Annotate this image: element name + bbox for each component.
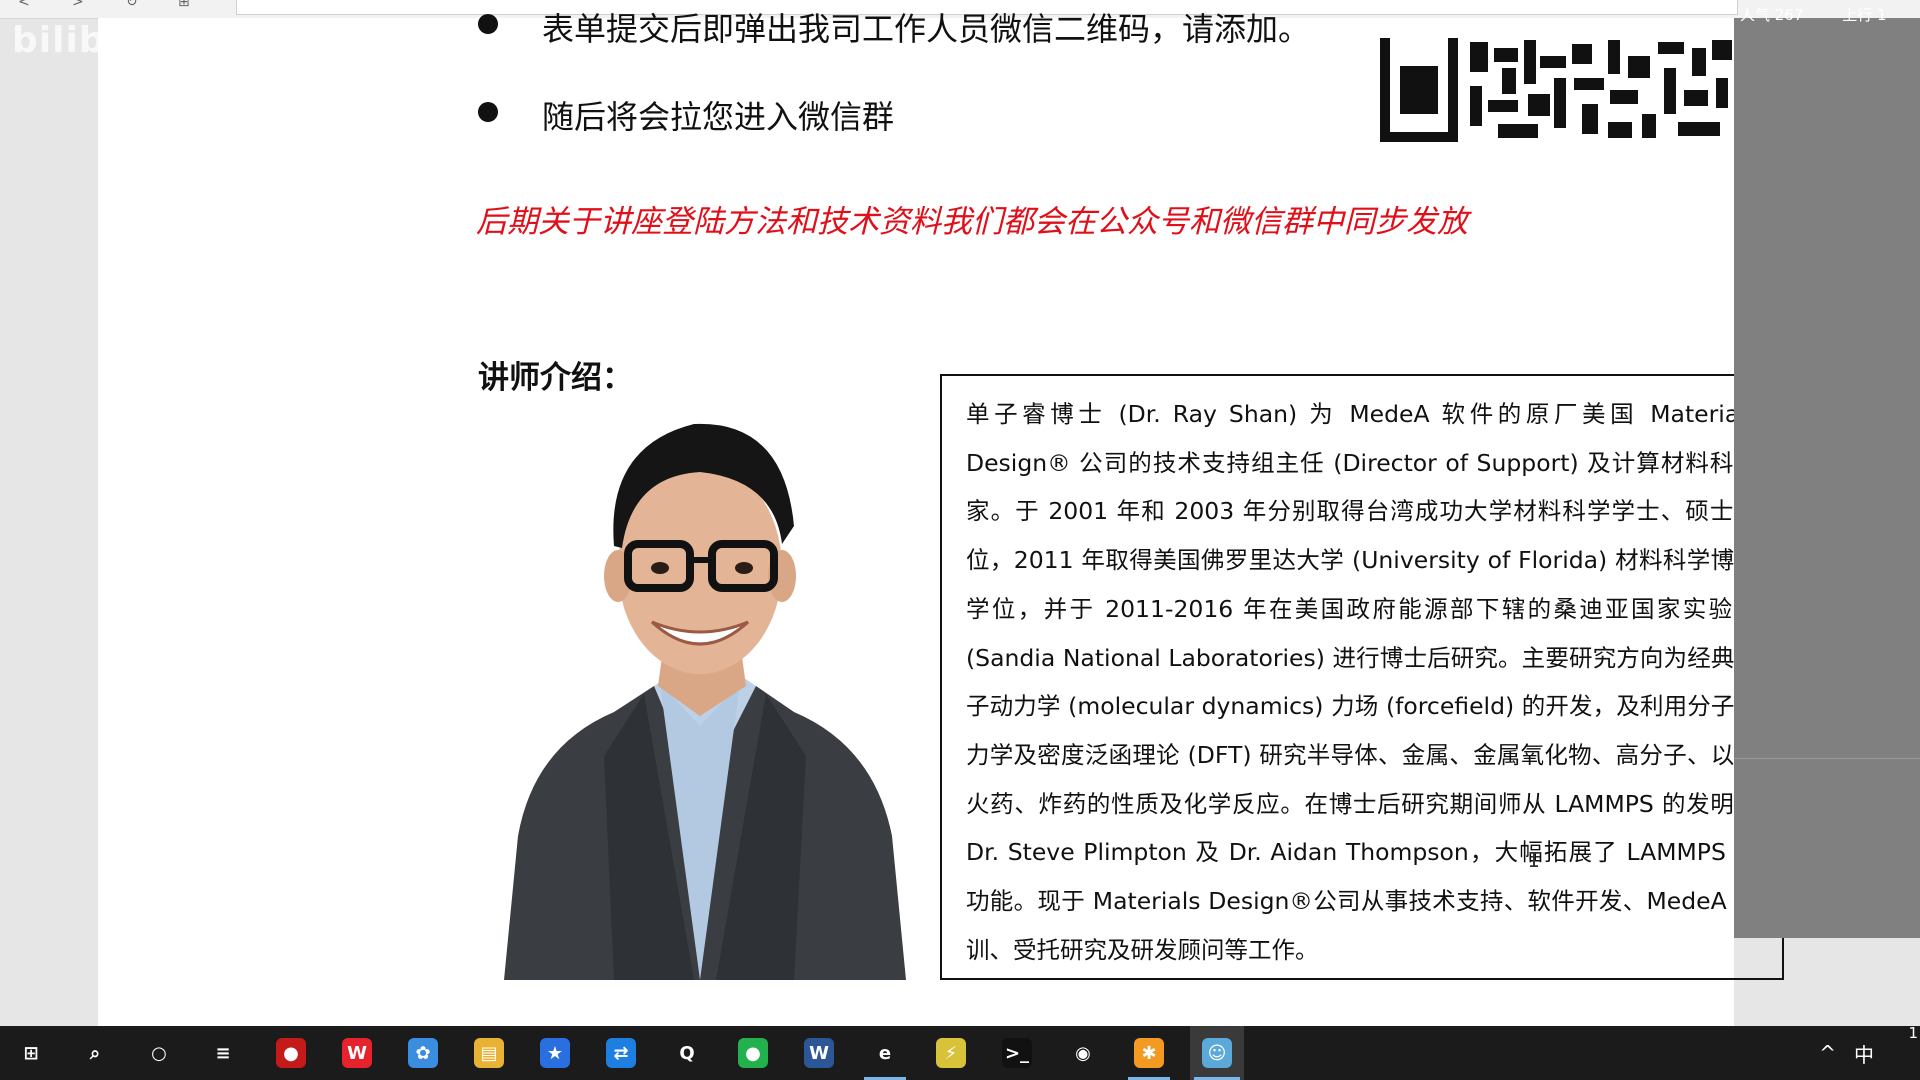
search-icon[interactable]: ⌕ [68,1026,122,1080]
wechat-icon-glyph: ● [738,1038,768,1068]
live-app-icon[interactable]: ☺ [1190,1026,1244,1080]
windows-taskbar: ⊞ ⌕ ○ ≡ ● W ✿ ▤ ★ ⇄ Q ● We ⚡ >_ ◉ ✱ ☺ ^ 中 1 [0,1024,1920,1080]
ime-indicator[interactable]: 中 [1854,1039,1874,1068]
lecturer-photo [494,416,906,980]
upload-indicator: 上行 1 [1842,6,1887,24]
start-icon-glyph: ⊞ [16,1038,46,1068]
snail-app-icon-glyph: ● [276,1038,306,1068]
wps-app-icon[interactable]: W [330,1026,384,1080]
qr-code [1378,38,1776,144]
word-icon-glyph: W [804,1038,834,1068]
tool-app-icon-glyph: ⚡ [936,1038,966,1068]
document-page: 表单提交后即弹出我司工作人员微信二维码，请添加。 随后将会拉您进入微信群 后期关… [98,10,1784,1026]
back-icon[interactable]: < [18,0,30,10]
tool-app-icon[interactable]: ⚡ [924,1026,978,1080]
search-app-icon-glyph: Q [672,1038,702,1068]
terminal-icon-glyph: >_ [1002,1038,1032,1068]
lecturer-bio-box: 单子睿博士 (Dr. Ray Shan) 为 MedeA 软件的原厂美国 Mat… [940,374,1784,980]
edge-icon-glyph: e [870,1038,900,1068]
apps-icon[interactable]: ⊞ [178,0,190,10]
text-cursor-icon: I [1528,848,1541,872]
popularity-count: 人气 267 [1740,6,1804,24]
photo-app-icon[interactable]: ✿ [396,1026,450,1080]
search-app-icon[interactable]: Q [660,1026,714,1080]
forward-icon[interactable]: > [72,0,84,10]
task-view-icon[interactable]: ≡ [196,1026,250,1080]
lecturer-bio-text: 单子睿博士 (Dr. Ray Shan) 为 MedeA 软件的原厂美国 Mat… [966,400,1758,964]
section-heading: 讲师介绍： [478,360,633,396]
cortana-icon-glyph: ○ [144,1038,174,1068]
file-explorer-icon[interactable]: ▤ [462,1026,516,1080]
refresh-icon[interactable]: ↻ [126,0,138,10]
photo-app-icon-glyph: ✿ [408,1038,438,1068]
notice-text: 后期关于讲座登陆方法和技术资料我们都会在公众号和微信群中同步发放 [476,204,1468,240]
star-app-icon-glyph: ★ [540,1038,570,1068]
file-explorer-icon-glyph: ▤ [474,1038,504,1068]
word-icon[interactable]: W [792,1026,846,1080]
chrome-icon-glyph: ◉ [1068,1038,1098,1068]
bullet-dot [478,102,498,122]
side-panel [1734,18,1920,938]
stream-stats: 人气 267 上行 1 [1740,4,1920,25]
star-app-icon[interactable]: ★ [528,1026,582,1080]
orange-app-icon-glyph: ✱ [1134,1038,1164,1068]
edge-icon[interactable]: e [858,1026,912,1080]
teamviewer-icon[interactable]: ⇄ [594,1026,648,1080]
teamviewer-icon-glyph: ⇄ [606,1038,636,1068]
bullet-dot [478,14,498,34]
task-view-icon-glyph: ≡ [208,1038,238,1068]
bullet-text: 随后将会拉您进入微信群 [542,98,895,136]
start-icon[interactable]: ⊞ [4,1026,58,1080]
search-icon-glyph: ⌕ [80,1038,110,1068]
cortana-icon[interactable]: ○ [132,1026,186,1080]
system-tray: ^ 中 1 [1819,1024,1920,1080]
wps-app-icon-glyph: W [342,1038,372,1068]
terminal-icon[interactable]: >_ [990,1026,1044,1080]
clock-partial[interactable]: 1 [1908,1024,1918,1042]
snail-app-icon[interactable]: ● [264,1026,318,1080]
panel-divider [1734,758,1920,759]
tray-expand-icon[interactable]: ^ [1819,1041,1836,1065]
wechat-icon[interactable]: ● [726,1026,780,1080]
orange-app-icon[interactable]: ✱ [1122,1026,1176,1080]
bullet-text: 表单提交后即弹出我司工作人员微信二维码，请添加。 [542,10,1311,48]
live-app-icon-glyph: ☺ [1202,1038,1232,1068]
chrome-icon[interactable]: ◉ [1056,1026,1110,1080]
